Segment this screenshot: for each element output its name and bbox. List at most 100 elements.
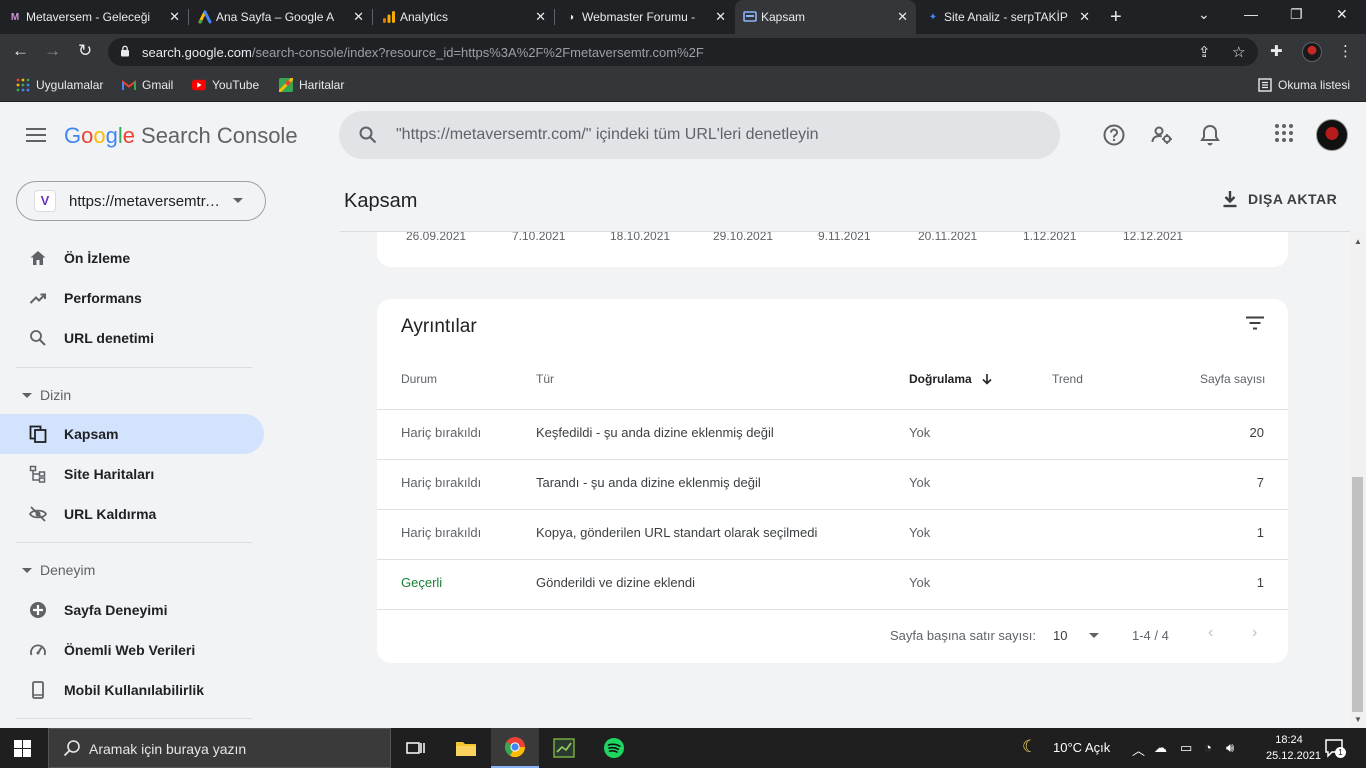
- main-menu-icon[interactable]: [26, 128, 46, 146]
- extensions-icon[interactable]: ✚: [1270, 42, 1283, 60]
- spotify-icon[interactable]: [590, 728, 638, 768]
- sidebar-item-overview[interactable]: Ön İzleme: [0, 238, 264, 278]
- row-type: Keşfedildi - şu anda dizine eklenmiş değ…: [536, 425, 774, 440]
- sidebar-item-coverage[interactable]: Kapsam: [0, 414, 264, 454]
- url-inspection-search[interactable]: [339, 111, 1060, 159]
- file-copy-icon: [29, 425, 47, 443]
- sidebar-item-mobile-usability[interactable]: Mobil Kullanılabilirlik: [0, 670, 264, 710]
- address-bar[interactable]: search.google.com/search-console/index?r…: [108, 38, 1258, 66]
- wifi-icon[interactable]: ◔: [1204, 740, 1212, 755]
- task-view-icon[interactable]: [392, 728, 440, 768]
- maximize-icon[interactable]: ❐: [1290, 6, 1303, 23]
- reading-list-button[interactable]: Okuma listesi: [1258, 78, 1350, 92]
- scrollbar-thumb[interactable]: [1352, 477, 1363, 712]
- bookmark-star-icon[interactable]: ☆: [1232, 43, 1245, 61]
- windows-start-icon[interactable]: [14, 740, 31, 757]
- row-validation: Yok: [909, 475, 931, 490]
- search-console-page: GoogleSearch Console V https://metaverse…: [0, 102, 1366, 728]
- url-inspection-input[interactable]: [396, 123, 1036, 147]
- close-icon[interactable]: ✕: [353, 9, 364, 25]
- browser-menu-icon[interactable]: ⋮: [1338, 42, 1353, 60]
- taskbar-clock[interactable]: 18:24 25.12.2021: [1266, 732, 1321, 764]
- tab-separator: [188, 9, 189, 25]
- bookmark-apps[interactable]: Uygulamalar: [16, 78, 103, 92]
- bookmark-maps[interactable]: Haritalar: [279, 78, 344, 92]
- property-favicon: V: [34, 190, 56, 212]
- close-icon[interactable]: ✕: [715, 9, 726, 25]
- tab-kapsam[interactable]: Kapsam ✕: [735, 0, 916, 34]
- header-divider: [340, 231, 1350, 232]
- url-text: search.google.com/search-console/index?r…: [142, 45, 704, 60]
- forward-icon[interactable]: →: [44, 41, 61, 61]
- minimize-icon[interactable]: —: [1244, 6, 1258, 22]
- tab-metaversem[interactable]: M Metaversem - Geleceği ✕: [0, 0, 188, 34]
- scroll-up-icon[interactable]: ▲: [1354, 237, 1362, 246]
- tab-search-icon[interactable]: ⌄: [1198, 6, 1210, 23]
- weather-text[interactable]: 10°C Açık: [1053, 740, 1110, 755]
- account-avatar[interactable]: [1316, 119, 1348, 151]
- url-host: search.google.com: [142, 45, 252, 60]
- close-icon[interactable]: ✕: [535, 9, 546, 25]
- row-status: Hariç bırakıldı: [401, 425, 482, 440]
- tab-analytics[interactable]: Analytics ✕: [374, 0, 554, 34]
- row-pages: 7: [1256, 475, 1264, 490]
- google-apps-icon[interactable]: [1275, 124, 1293, 142]
- chrome-icon[interactable]: [491, 728, 539, 768]
- column-header-validation[interactable]: Doğrulama: [909, 372, 993, 386]
- sidebar-item-performance[interactable]: Performans: [0, 278, 264, 318]
- column-header-type[interactable]: Tür: [536, 372, 554, 386]
- battery-icon[interactable]: ▭: [1180, 740, 1192, 756]
- property-url: https://metaversemtr.com/: [69, 193, 221, 210]
- taskbar-search[interactable]: Aramak için buraya yazın: [48, 728, 391, 768]
- notifications-bell-icon[interactable]: [1200, 124, 1220, 146]
- column-header-pages[interactable]: Sayfa sayısı: [1200, 372, 1265, 386]
- terminal-app-icon[interactable]: [540, 728, 588, 768]
- filter-icon[interactable]: [1245, 316, 1265, 330]
- sidebar-section-index[interactable]: Dizin: [22, 387, 71, 403]
- browser-profile-avatar[interactable]: [1302, 42, 1322, 62]
- search-icon: [30, 330, 46, 346]
- page-scrollbar[interactable]: ▲ ▼: [1350, 232, 1366, 728]
- row-divider: [377, 509, 1288, 510]
- close-icon[interactable]: ✕: [897, 9, 908, 25]
- next-page-icon[interactable]: ›: [1252, 624, 1257, 642]
- row-type: Tarandı - şu anda dizine eklenmiş değil: [536, 475, 761, 490]
- rows-per-page-select[interactable]: 10: [1053, 628, 1100, 643]
- share-icon[interactable]: ⇪: [1198, 43, 1211, 61]
- close-icon[interactable]: ✕: [169, 9, 180, 25]
- export-button[interactable]: DIŞA AKTAR: [1222, 190, 1337, 208]
- scroll-down-icon[interactable]: ▼: [1354, 715, 1362, 724]
- bookmark-gmail[interactable]: Gmail: [122, 78, 173, 92]
- sidebar-item-page-experience[interactable]: Sayfa Deneyimi: [0, 590, 264, 630]
- admin-settings-icon[interactable]: [1151, 124, 1173, 146]
- new-tab-button[interactable]: +: [1110, 6, 1122, 29]
- tray-chevron-up-icon[interactable]: ︿: [1132, 740, 1145, 759]
- sidebar-item-label: URL Kaldırma: [64, 506, 157, 522]
- sidebar-section-experience[interactable]: Deneyim: [22, 562, 95, 578]
- help-icon[interactable]: [1103, 124, 1125, 146]
- sidebar-item-sitemaps[interactable]: Site Haritaları: [0, 454, 264, 494]
- sidebar-item-removals[interactable]: URL Kaldırma: [0, 494, 264, 534]
- search-console-logo[interactable]: Google Search Console: [64, 123, 298, 149]
- weather-moon-icon[interactable]: ☾: [1022, 737, 1037, 757]
- dropdown-arrow-icon: [1089, 633, 1100, 638]
- tab-google-ads[interactable]: Ana Sayfa – Google A ✕: [190, 0, 372, 34]
- onedrive-cloud-icon[interactable]: ☁: [1154, 740, 1167, 756]
- back-icon[interactable]: ←: [12, 41, 29, 61]
- row-validation: Yok: [909, 525, 931, 540]
- volume-icon[interactable]: 🔊︎: [1226, 740, 1234, 756]
- file-explorer-icon[interactable]: [442, 728, 490, 768]
- tab-serptakip[interactable]: ✦ Site Analiz - serpTAKİP ✕: [918, 0, 1098, 34]
- close-icon[interactable]: ✕: [1079, 9, 1090, 25]
- bookmark-youtube[interactable]: YouTube: [192, 78, 259, 92]
- reload-icon[interactable]: ↻: [78, 41, 92, 61]
- previous-page-icon[interactable]: ‹: [1208, 624, 1213, 642]
- column-header-trend[interactable]: Trend: [1052, 372, 1083, 386]
- sidebar-item-url-inspection[interactable]: URL denetimi: [0, 318, 264, 358]
- close-window-icon[interactable]: ✕: [1336, 6, 1348, 23]
- tab-webmaster-forum[interactable]: ◑ Webmaster Forumu - ✕: [556, 0, 734, 34]
- notification-center-icon[interactable]: 1: [1324, 738, 1346, 763]
- sidebar-item-core-web-vitals[interactable]: Önemli Web Verileri: [0, 630, 264, 670]
- column-header-status[interactable]: Durum: [401, 372, 437, 386]
- property-selector[interactable]: V https://metaversemtr.com/: [16, 181, 266, 221]
